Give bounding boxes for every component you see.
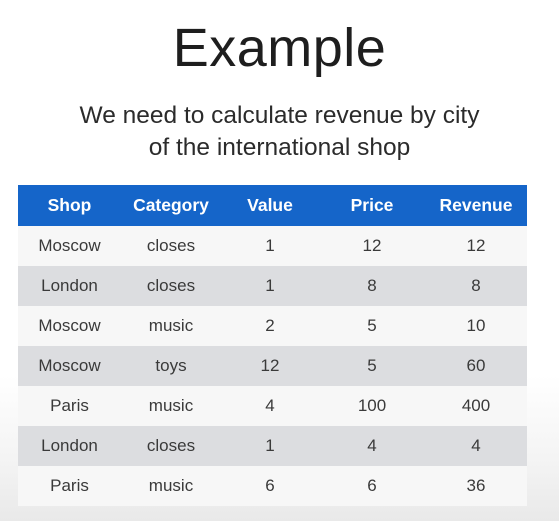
cell-price: 5 bbox=[319, 346, 425, 386]
cell-price: 5 bbox=[319, 306, 425, 346]
revenue-table: Shop Category Value Price Revenue Moscow… bbox=[18, 185, 527, 506]
cell-shop: Moscow bbox=[18, 226, 121, 266]
table-row: London closes 1 8 8 bbox=[18, 266, 527, 306]
cell-price: 12 bbox=[319, 226, 425, 266]
cell-price: 8 bbox=[319, 266, 425, 306]
cell-shop: Moscow bbox=[18, 306, 121, 346]
header-value: Value bbox=[221, 185, 319, 226]
cell-revenue: 36 bbox=[425, 466, 527, 506]
cell-category: music bbox=[121, 306, 221, 346]
cell-shop: Paris bbox=[18, 386, 121, 426]
slide: Example We need to calculate revenue by … bbox=[0, 0, 559, 521]
cell-category: music bbox=[121, 466, 221, 506]
header-shop: Shop bbox=[18, 185, 121, 226]
table-row: Moscow toys 12 5 60 bbox=[18, 346, 527, 386]
cell-revenue: 4 bbox=[425, 426, 527, 466]
table-body: Moscow closes 1 12 12 London closes 1 8 8 Moscow mu… bbox=[18, 226, 527, 506]
cell-price: 4 bbox=[319, 426, 425, 466]
cell-revenue: 12 bbox=[425, 226, 527, 266]
cell-category: closes bbox=[121, 426, 221, 466]
header-category: Category bbox=[121, 185, 221, 226]
slide-subtitle: We need to calculate revenue by city of … bbox=[0, 100, 559, 164]
cell-category: toys bbox=[121, 346, 221, 386]
table-row: Moscow music 2 5 10 bbox=[18, 306, 527, 346]
subtitle-line-1: We need to calculate revenue by city bbox=[79, 102, 480, 129]
cell-value: 12 bbox=[221, 346, 319, 386]
table-row: Paris music 4 100 400 bbox=[18, 386, 527, 426]
table-row: London closes 1 4 4 bbox=[18, 426, 527, 466]
cell-category: closes bbox=[121, 226, 221, 266]
cell-category: music bbox=[121, 386, 221, 426]
cell-price: 100 bbox=[319, 386, 425, 426]
cell-revenue: 10 bbox=[425, 306, 527, 346]
slide-title: Example bbox=[172, 18, 387, 78]
cell-revenue: 60 bbox=[425, 346, 527, 386]
cell-value: 1 bbox=[221, 226, 319, 266]
cell-value: 1 bbox=[221, 426, 319, 466]
cell-shop: London bbox=[18, 266, 121, 306]
cell-shop: London bbox=[18, 426, 121, 466]
table-header-row: Shop Category Value Price Revenue bbox=[18, 185, 527, 226]
cell-price: 6 bbox=[319, 466, 425, 506]
cell-value: 2 bbox=[221, 306, 319, 346]
header-price: Price bbox=[319, 185, 425, 226]
cell-revenue: 400 bbox=[425, 386, 527, 426]
cell-shop: Moscow bbox=[18, 346, 121, 386]
cell-value: 6 bbox=[221, 466, 319, 506]
header-revenue: Revenue bbox=[425, 185, 527, 226]
cell-category: closes bbox=[121, 266, 221, 306]
table-row: Paris music 6 6 36 bbox=[18, 466, 527, 506]
cell-value: 4 bbox=[221, 386, 319, 426]
cell-shop: Paris bbox=[18, 466, 121, 506]
cell-value: 1 bbox=[221, 266, 319, 306]
subtitle-line-2: of the international shop bbox=[148, 134, 411, 161]
table-row: Moscow closes 1 12 12 bbox=[18, 226, 527, 266]
cell-revenue: 8 bbox=[425, 266, 527, 306]
